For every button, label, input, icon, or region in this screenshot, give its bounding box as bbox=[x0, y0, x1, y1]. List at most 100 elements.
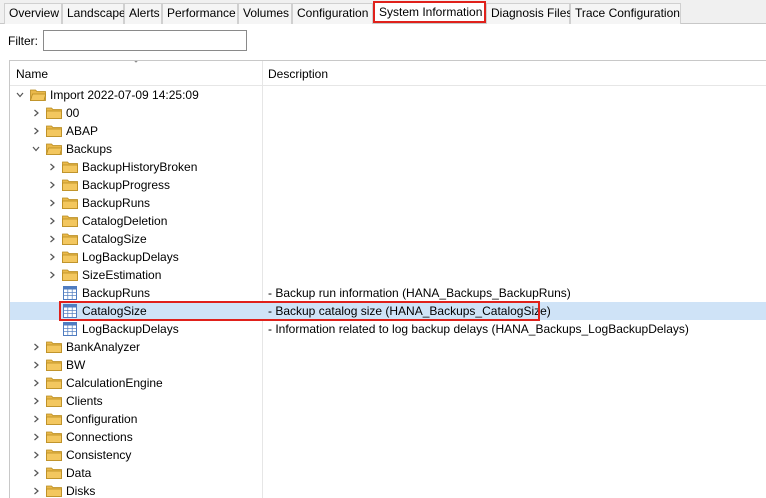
tab-diagnosis-files[interactable]: Diagnosis Files bbox=[486, 3, 572, 24]
tree-item-description: - Information related to log backup dela… bbox=[268, 322, 689, 336]
tree-row[interactable]: CalculationEngine bbox=[10, 374, 766, 392]
tree-row[interactable]: Clients bbox=[10, 392, 766, 410]
tree-item-description: - Backup catalog size (HANA_Backups_Cata… bbox=[268, 304, 551, 318]
tree-item-name: Import 2022-07-09 14:25:09 bbox=[50, 88, 199, 102]
chevron-right-icon[interactable] bbox=[32, 451, 40, 459]
tree-item-name: BackupProgress bbox=[82, 178, 171, 192]
tree-table: Name Description Import 2022-07-09 14:25… bbox=[9, 60, 766, 498]
folder-icon bbox=[62, 251, 78, 263]
tree-row[interactable]: BW bbox=[10, 356, 766, 374]
folder-icon bbox=[46, 341, 62, 353]
chevron-right-icon[interactable] bbox=[32, 109, 40, 117]
table-icon bbox=[63, 286, 77, 300]
tree-item-name: Data bbox=[66, 466, 92, 480]
tree-row[interactable]: Backups bbox=[10, 140, 766, 158]
tree-row[interactable]: Connections bbox=[10, 428, 766, 446]
tree-row[interactable]: BankAnalyzer bbox=[10, 338, 766, 356]
table-header: Name Description bbox=[10, 61, 766, 86]
tree-item-name: BackupRuns bbox=[82, 196, 151, 210]
chevron-right-icon[interactable] bbox=[32, 487, 40, 495]
tree-row[interactable]: CatalogSize bbox=[10, 230, 766, 248]
folder-icon bbox=[62, 179, 78, 191]
tree-item-name: BackupRuns bbox=[82, 286, 151, 300]
tree-row[interactable]: LogBackupDelays - Information related to … bbox=[10, 320, 766, 338]
tree-row[interactable]: Data bbox=[10, 464, 766, 482]
tree-row[interactable]: 00 bbox=[10, 104, 766, 122]
tree-row[interactable]: Consistency bbox=[10, 446, 766, 464]
sort-chevron-icon[interactable] bbox=[132, 60, 140, 64]
tree-item-name: CatalogSize bbox=[82, 304, 147, 318]
column-header-name[interactable]: Name bbox=[16, 67, 48, 81]
tree-item-name: Backups bbox=[66, 142, 113, 156]
tree-row[interactable]: Disks bbox=[10, 482, 766, 498]
tree-row[interactable]: CatalogSize - Backup catalog size (HANA_B… bbox=[10, 301, 766, 321]
folder-icon bbox=[62, 233, 78, 245]
tree-item-name: BackupHistoryBroken bbox=[82, 160, 198, 174]
tree-row[interactable]: BackupHistoryBroken bbox=[10, 158, 766, 176]
tab-landscape[interactable]: Landscape bbox=[62, 3, 126, 24]
tab-configuration[interactable]: Configuration bbox=[292, 3, 373, 24]
folder-icon bbox=[46, 413, 62, 425]
tab-trace-configuration[interactable]: Trace Configuration bbox=[570, 3, 681, 24]
chevron-right-icon[interactable] bbox=[48, 271, 56, 279]
tree-row[interactable]: Configuration bbox=[10, 410, 766, 428]
folder-icon bbox=[46, 125, 62, 137]
folder-open-icon bbox=[46, 143, 62, 155]
tree-row[interactable]: BackupProgress bbox=[10, 176, 766, 194]
tree-item-name: LogBackupDelays bbox=[82, 322, 179, 336]
tab-system-information[interactable]: System Information bbox=[373, 1, 486, 23]
chevron-right-icon[interactable] bbox=[32, 433, 40, 441]
tree-item-name: ABAP bbox=[66, 124, 99, 138]
folder-open-icon bbox=[30, 89, 46, 101]
chevron-right-icon[interactable] bbox=[32, 379, 40, 387]
folder-icon bbox=[62, 161, 78, 173]
tab-overview[interactable]: Overview bbox=[4, 3, 62, 24]
tree-row[interactable]: CatalogDeletion bbox=[10, 212, 766, 230]
chevron-right-icon[interactable] bbox=[48, 181, 56, 189]
chevron-right-icon[interactable] bbox=[32, 361, 40, 369]
tree-item-name: Disks bbox=[66, 484, 96, 498]
tree-row[interactable]: BackupRuns bbox=[10, 194, 766, 212]
chevron-down-icon[interactable] bbox=[16, 91, 24, 99]
tab-volumes[interactable]: Volumes bbox=[238, 3, 292, 24]
tree-item-name: SizeEstimation bbox=[82, 268, 162, 282]
chevron-right-icon[interactable] bbox=[48, 235, 56, 243]
chevron-right-icon[interactable] bbox=[48, 163, 56, 171]
chevron-right-icon[interactable] bbox=[48, 253, 56, 261]
filter-input[interactable] bbox=[43, 30, 247, 51]
folder-icon bbox=[46, 467, 62, 479]
chevron-right-icon[interactable] bbox=[32, 415, 40, 423]
folder-icon bbox=[46, 431, 62, 443]
folder-icon bbox=[46, 359, 62, 371]
filter-label: Filter: bbox=[8, 34, 38, 48]
tree-row[interactable]: LogBackupDelays bbox=[10, 248, 766, 266]
tree-item-name: CatalogSize bbox=[82, 232, 147, 246]
tree-row[interactable]: ABAP bbox=[10, 122, 766, 140]
folder-icon bbox=[46, 107, 62, 119]
tree-item-name: Consistency bbox=[66, 448, 132, 462]
chevron-right-icon[interactable] bbox=[48, 217, 56, 225]
tree-item-name: CalculationEngine bbox=[66, 376, 163, 390]
tab-alerts[interactable]: Alerts bbox=[124, 3, 162, 24]
chevron-right-icon[interactable] bbox=[32, 397, 40, 405]
chevron-right-icon[interactable] bbox=[32, 343, 40, 351]
chevron-down-icon[interactable] bbox=[32, 145, 40, 153]
tab-performance[interactable]: Performance bbox=[162, 3, 238, 24]
table-icon bbox=[63, 304, 77, 318]
tree-item-name: 00 bbox=[66, 106, 80, 120]
chevron-right-icon[interactable] bbox=[32, 127, 40, 135]
folder-icon bbox=[62, 197, 78, 209]
folder-icon bbox=[46, 449, 62, 461]
table-icon bbox=[63, 322, 77, 336]
tree-item-name: CatalogDeletion bbox=[82, 214, 168, 228]
tree-row[interactable]: SizeEstimation bbox=[10, 266, 766, 284]
tree-rows: Import 2022-07-09 14:25:09 00 ABAP Backups B… bbox=[10, 86, 766, 498]
tree-item-description: - Backup run information (HANA_Backups_B… bbox=[268, 286, 571, 300]
chevron-right-icon[interactable] bbox=[32, 469, 40, 477]
tree-row[interactable]: BackupRuns - Backup run information (HANA… bbox=[10, 284, 766, 302]
tree-item-name: BW bbox=[66, 358, 86, 372]
tree-item-name: LogBackupDelays bbox=[82, 250, 179, 264]
column-header-description[interactable]: Description bbox=[268, 67, 328, 81]
tree-row[interactable]: Import 2022-07-09 14:25:09 bbox=[10, 86, 766, 104]
chevron-right-icon[interactable] bbox=[48, 199, 56, 207]
